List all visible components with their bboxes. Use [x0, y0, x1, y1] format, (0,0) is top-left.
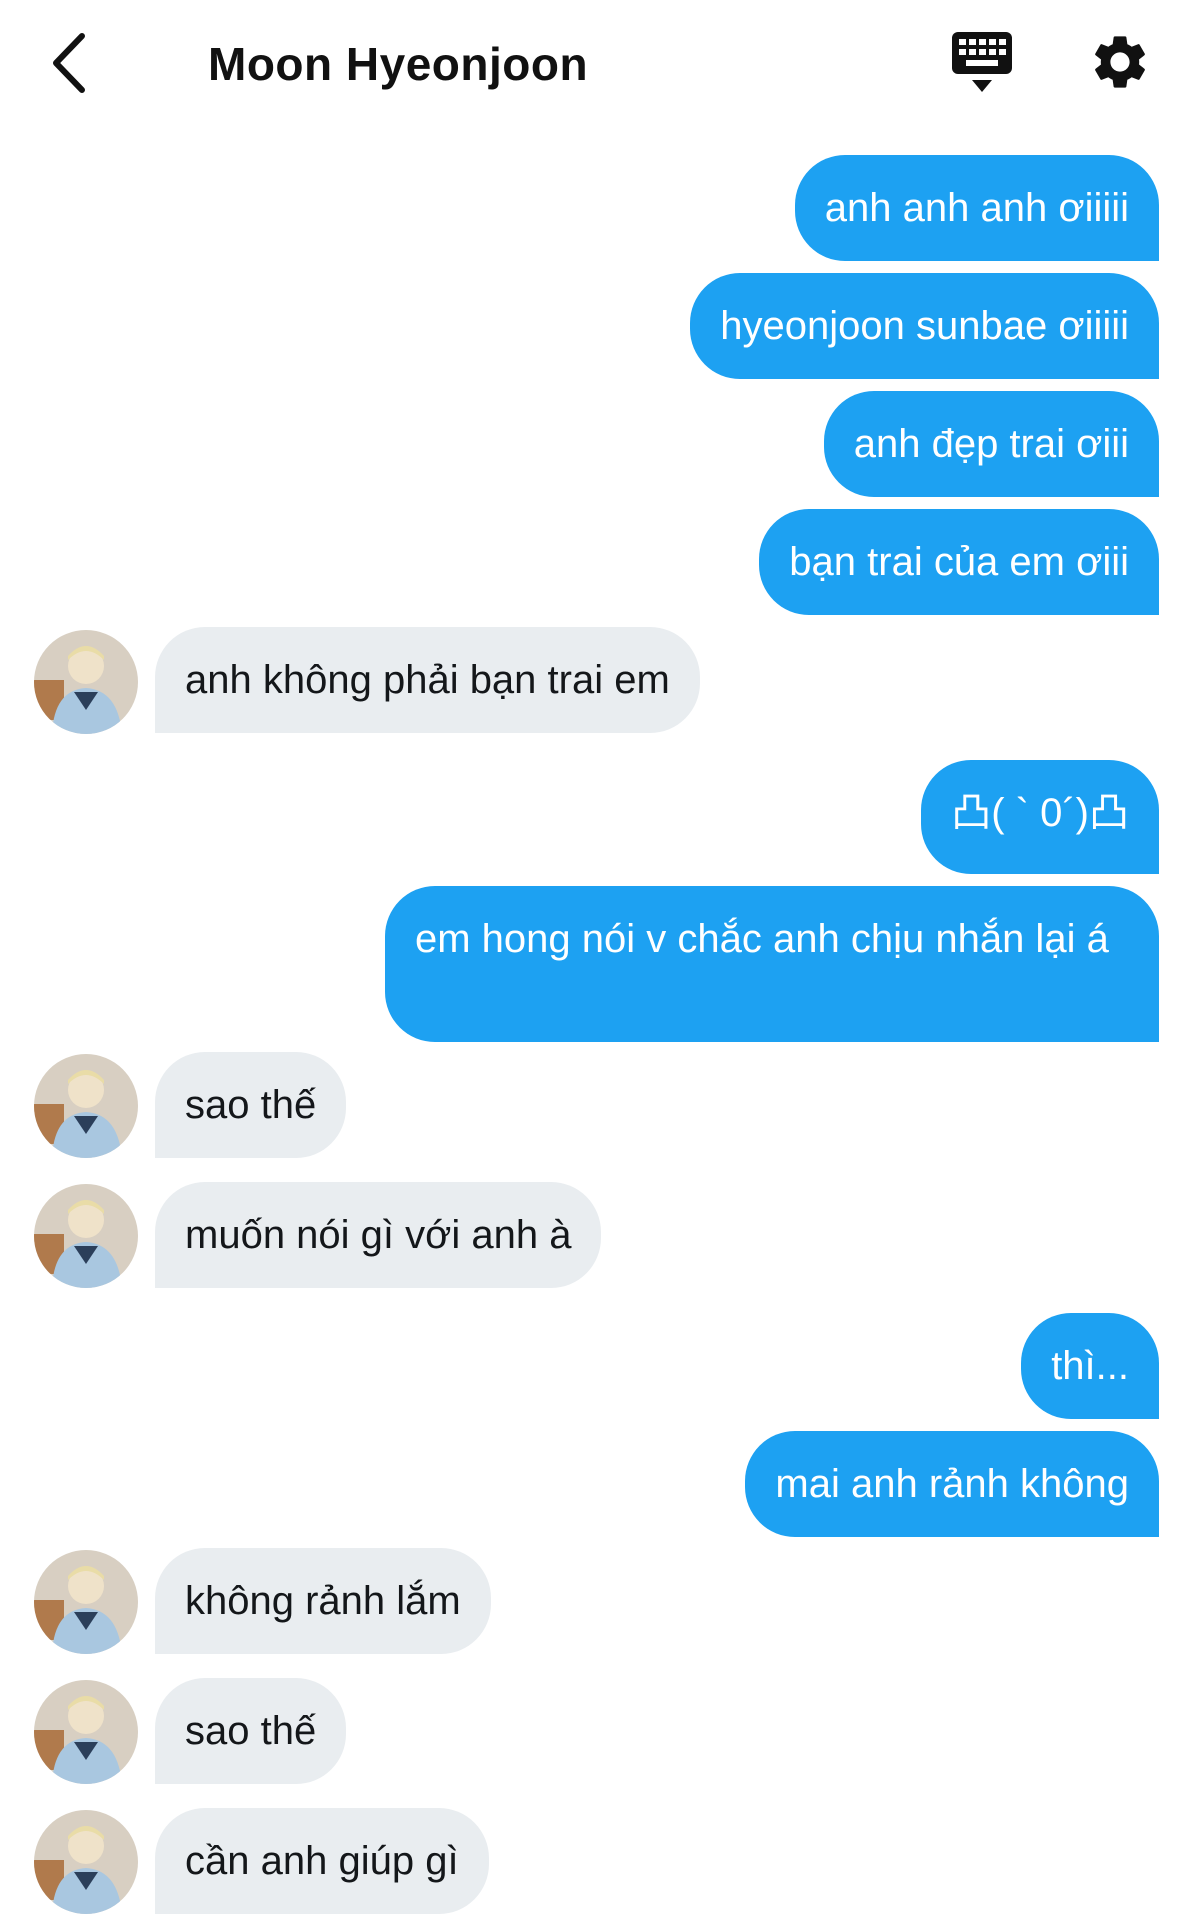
keyboard-icon: [952, 32, 1012, 92]
avatar[interactable]: [34, 630, 138, 734]
avatar[interactable]: [34, 1810, 138, 1914]
back-button[interactable]: [38, 28, 98, 98]
message-bubble-sent[interactable]: em hong nói v chắc anh chịu nhắn lại á: [385, 886, 1159, 1042]
message-bubble-sent[interactable]: bạn trai của em ơiii: [759, 509, 1159, 615]
message-bubble-sent[interactable]: anh anh anh ơiiiii: [794, 155, 1159, 261]
message-bubble-received[interactable]: không rảnh lắm: [155, 1548, 491, 1654]
gear-icon: [1095, 36, 1145, 88]
message-bubble-sent[interactable]: thì...: [1021, 1313, 1159, 1419]
avatar[interactable]: [34, 1680, 138, 1784]
message-bubble-sent[interactable]: 凸( ` 0´)凸: [921, 760, 1159, 874]
chat-title: Moon Hyeonjoon: [208, 38, 589, 90]
message-bubble-sent[interactable]: mai anh rảnh không: [745, 1431, 1159, 1537]
message-bubble-sent[interactable]: anh đẹp trai ơiii: [823, 391, 1159, 497]
message-bubble-received[interactable]: muốn nói gì với anh à: [155, 1182, 602, 1288]
avatar[interactable]: [34, 1054, 138, 1158]
message-bubble-sent[interactable]: hyeonjoon sunbae ơiiiii: [690, 273, 1159, 379]
chat-header: Moon Hyeonjoon: [0, 0, 1189, 130]
message-bubble-received[interactable]: cần anh giúp gì: [155, 1808, 489, 1914]
message-bubble-received[interactable]: anh không phải bạn trai em: [155, 627, 700, 733]
message-bubble-received[interactable]: sao thế: [155, 1678, 347, 1784]
chevron-left-icon: [53, 33, 85, 93]
settings-button[interactable]: [1088, 30, 1152, 94]
avatar[interactable]: [34, 1550, 138, 1654]
avatar[interactable]: [34, 1184, 138, 1288]
message-bubble-received[interactable]: sao thế: [155, 1052, 347, 1158]
keyboard-button[interactable]: [950, 30, 1014, 96]
